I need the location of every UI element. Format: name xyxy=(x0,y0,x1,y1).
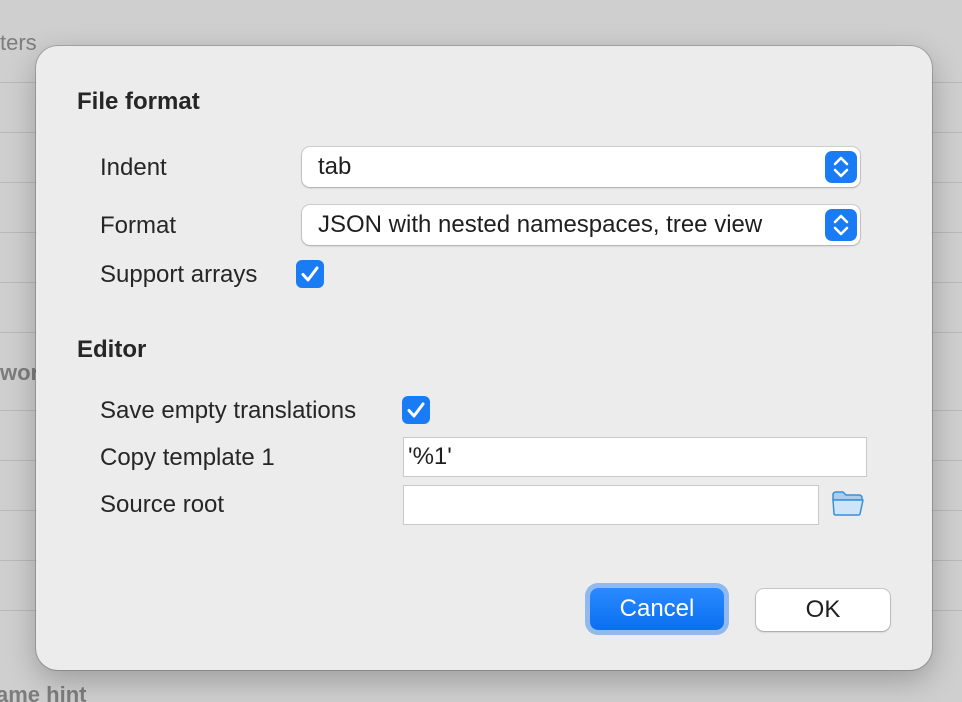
browse-folder-button[interactable] xyxy=(831,489,865,517)
copy-template-input[interactable]: '%1' xyxy=(403,437,867,477)
checkmark-icon xyxy=(301,266,319,282)
editor-title: Editor xyxy=(77,336,147,363)
support-arrays-label: Support arrays xyxy=(100,261,258,288)
up-down-arrows-icon xyxy=(825,209,857,241)
copy-template-label: Copy template 1 xyxy=(100,444,275,471)
indent-select-value: tab xyxy=(318,153,352,180)
background-text-top: ters xyxy=(0,30,37,55)
folder-icon xyxy=(832,491,864,516)
save-empty-translations-checkbox[interactable] xyxy=(402,396,430,424)
file-format-title: File format xyxy=(77,88,200,115)
indent-label: Indent xyxy=(100,154,167,181)
ok-button[interactable]: OK xyxy=(756,589,890,631)
format-select[interactable]: JSON with nested namespaces, tree view xyxy=(302,205,860,245)
background-text-bottom: ame hint xyxy=(0,682,87,702)
checkmark-icon xyxy=(407,402,425,418)
source-root-label: Source root xyxy=(100,491,225,518)
settings-dialog: File format Indent tab Format JSON with … xyxy=(36,46,932,670)
save-empty-translations-label: Save empty translations xyxy=(100,397,357,424)
support-arrays-checkbox[interactable] xyxy=(296,260,324,288)
up-down-arrows-icon xyxy=(825,151,857,183)
background-text-mid: wor xyxy=(0,360,40,385)
format-select-value: JSON with nested namespaces, tree view xyxy=(318,211,763,238)
format-label: Format xyxy=(100,212,177,239)
indent-select[interactable]: tab xyxy=(302,147,860,187)
cancel-button[interactable]: Cancel xyxy=(590,588,724,630)
source-root-input[interactable] xyxy=(403,485,819,525)
